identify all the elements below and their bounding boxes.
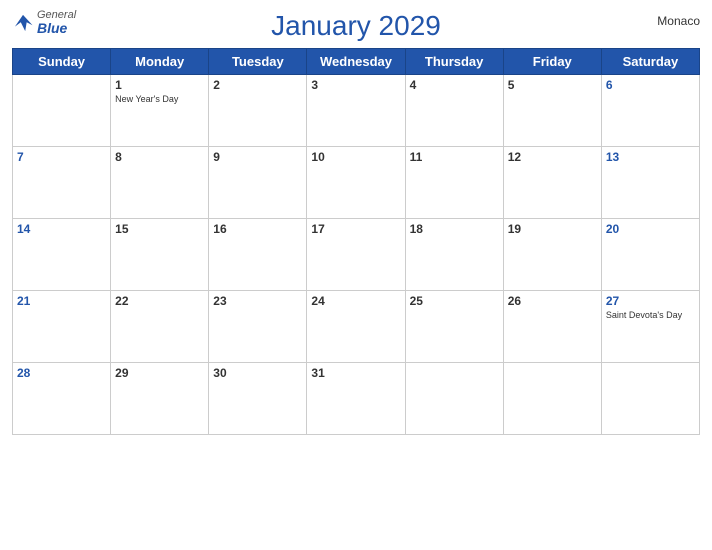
calendar-cell: 19 — [503, 219, 601, 291]
calendar-cell: 14 — [13, 219, 111, 291]
day-number: 28 — [17, 366, 106, 380]
day-number: 15 — [115, 222, 204, 236]
day-number: 31 — [311, 366, 400, 380]
day-number: 9 — [213, 150, 302, 164]
holiday-label: Saint Devota's Day — [606, 310, 695, 321]
day-number: 14 — [17, 222, 106, 236]
calendar-week-row: 1 New Year's Day 23456 — [13, 75, 700, 147]
day-number: 19 — [508, 222, 597, 236]
day-number: 7 — [17, 150, 106, 164]
day-number: 13 — [606, 150, 695, 164]
calendar-cell: 17 — [307, 219, 405, 291]
calendar-cell — [405, 363, 503, 435]
calendar-cell: 26 — [503, 291, 601, 363]
calendar-cell: 23 — [209, 291, 307, 363]
day-number: 11 — [410, 150, 499, 164]
calendar-cell: 20 — [601, 219, 699, 291]
calendar-cell: 18 — [405, 219, 503, 291]
header-saturday: Saturday — [601, 49, 699, 75]
calendar-cell: 2 — [209, 75, 307, 147]
day-number: 6 — [606, 78, 695, 92]
day-number: 27 — [606, 294, 695, 308]
day-number: 24 — [311, 294, 400, 308]
calendar-wrapper: General Blue January 2029 Monaco Sunday … — [0, 0, 712, 550]
calendar-week-row: 789 10 11 12 13 — [13, 147, 700, 219]
day-number: 17 — [311, 222, 400, 236]
day-number: 3 — [311, 78, 400, 92]
day-number: 21 — [17, 294, 106, 308]
calendar-cell: 8 — [111, 147, 209, 219]
header-monday: Monday — [111, 49, 209, 75]
day-number: 25 — [410, 294, 499, 308]
month-title: January 2029 — [271, 10, 441, 42]
country-label: Monaco — [657, 14, 700, 28]
calendar-cell — [601, 363, 699, 435]
calendar-cell: 10 — [307, 147, 405, 219]
calendar-cell: 11 — [405, 147, 503, 219]
calendar-cell — [13, 75, 111, 147]
weekday-header-row: Sunday Monday Tuesday Wednesday Thursday… — [13, 49, 700, 75]
logo-text: General Blue — [37, 10, 76, 35]
day-number: 1 — [115, 78, 204, 92]
day-number: 30 — [213, 366, 302, 380]
calendar-cell: 25 — [405, 291, 503, 363]
header-row: General Blue January 2029 Monaco — [12, 10, 700, 42]
calendar-cell: 31 — [307, 363, 405, 435]
calendar-cell: 30 — [209, 363, 307, 435]
calendar-cell: 21 — [13, 291, 111, 363]
calendar-week-row: 21 22 23 24 25 26 27 Saint Devota's Day — [13, 291, 700, 363]
day-number: 12 — [508, 150, 597, 164]
logo-bird-icon — [12, 12, 34, 34]
day-number: 20 — [606, 222, 695, 236]
calendar-cell: 4 — [405, 75, 503, 147]
day-number: 29 — [115, 366, 204, 380]
calendar-cell: 1 New Year's Day — [111, 75, 209, 147]
calendar-cell: 22 — [111, 291, 209, 363]
day-number: 22 — [115, 294, 204, 308]
calendar-cell: 29 — [111, 363, 209, 435]
day-number: 4 — [410, 78, 499, 92]
header-tuesday: Tuesday — [209, 49, 307, 75]
day-number: 2 — [213, 78, 302, 92]
logo-blue: Blue — [37, 21, 76, 35]
calendar-table: Sunday Monday Tuesday Wednesday Thursday… — [12, 48, 700, 435]
calendar-cell: 13 — [601, 147, 699, 219]
day-number: 8 — [115, 150, 204, 164]
day-number: 23 — [213, 294, 302, 308]
calendar-body: 1New Year's Day2345678910111213141516171… — [13, 75, 700, 435]
header-thursday: Thursday — [405, 49, 503, 75]
calendar-header: Sunday Monday Tuesday Wednesday Thursday… — [13, 49, 700, 75]
day-number: 5 — [508, 78, 597, 92]
holiday-label: New Year's Day — [115, 94, 204, 105]
calendar-cell: 27 Saint Devota's Day — [601, 291, 699, 363]
calendar-cell: 6 — [601, 75, 699, 147]
header-wednesday: Wednesday — [307, 49, 405, 75]
header-sunday: Sunday — [13, 49, 111, 75]
calendar-week-row: 28 29 30 31 — [13, 363, 700, 435]
calendar-cell: 15 — [111, 219, 209, 291]
calendar-cell: 9 — [209, 147, 307, 219]
calendar-cell: 12 — [503, 147, 601, 219]
header-friday: Friday — [503, 49, 601, 75]
calendar-week-row: 14 15 16 17 18 19 20 — [13, 219, 700, 291]
day-number: 10 — [311, 150, 400, 164]
day-number: 26 — [508, 294, 597, 308]
calendar-cell: 16 — [209, 219, 307, 291]
calendar-cell: 24 — [307, 291, 405, 363]
day-number: 18 — [410, 222, 499, 236]
calendar-cell: 5 — [503, 75, 601, 147]
calendar-cell: 28 — [13, 363, 111, 435]
day-number: 16 — [213, 222, 302, 236]
calendar-cell: 7 — [13, 147, 111, 219]
logo: General Blue — [12, 10, 76, 35]
calendar-cell: 3 — [307, 75, 405, 147]
calendar-cell — [503, 363, 601, 435]
